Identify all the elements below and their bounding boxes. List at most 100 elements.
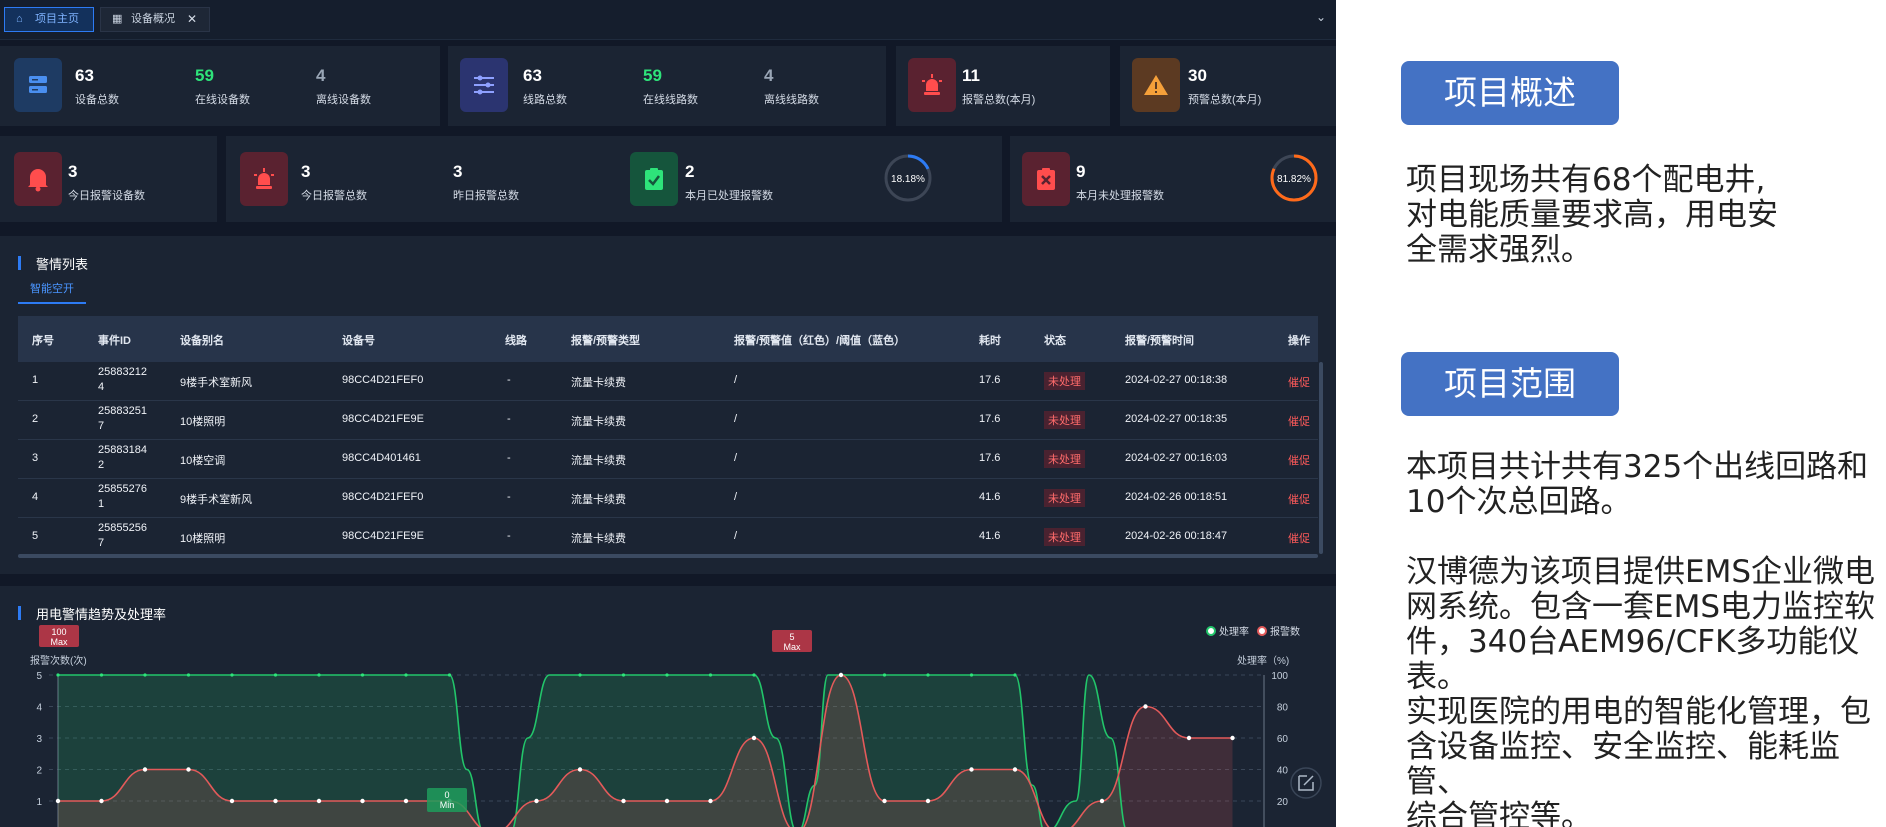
data-point (1186, 735, 1192, 741)
cell-device: 98CC4D21FE9E (342, 413, 424, 425)
svg-text:0: 0 (444, 790, 449, 800)
chevron-down-icon[interactable]: ⌄ (1316, 10, 1326, 24)
cell-device: 98CC4D21FEF0 (342, 491, 424, 503)
tab-label: 项目主页 (35, 13, 79, 25)
server-icon (14, 58, 62, 112)
max-marker-left: 100 Max (39, 625, 79, 647)
handled-rate-text: 18.18% (891, 174, 925, 185)
urge-button[interactable]: 催促 (1288, 491, 1310, 507)
data-point (186, 767, 191, 772)
data-point (1230, 735, 1235, 741)
stat-today-alarms: 3 今日报警总数 (301, 162, 367, 202)
cell-line: - (507, 491, 511, 503)
svg-text:Min: Min (440, 800, 455, 810)
urge-button[interactable]: 催促 (1288, 452, 1310, 468)
overview-heading: 项目概述 (1401, 61, 1619, 125)
data-point (751, 735, 757, 741)
close-icon[interactable]: ✕ (187, 8, 197, 31)
status-badge: 未处理 (1044, 411, 1085, 429)
alarm-month-card: 11 报警总数(本月) (896, 46, 1110, 126)
column-header: 状态 (1044, 335, 1066, 347)
status-badge: 未处理 (1044, 489, 1085, 507)
table-row[interactable]: 3 25883184 2 10楼空调 98CC4D401461 - 流量卡续费 /… (18, 440, 1318, 479)
svg-text:100: 100 (51, 627, 66, 637)
cell-device: 98CC4D21FEF0 (342, 374, 424, 386)
data-point (882, 673, 887, 677)
data-point (186, 673, 191, 677)
tab-device-overview[interactable]: ▦ 设备概况 ✕ (100, 7, 210, 32)
status-badge: 未处理 (1044, 528, 1085, 546)
bell-icon (14, 152, 62, 206)
data-point (273, 673, 278, 677)
data-point (55, 798, 61, 804)
data-point (316, 798, 322, 804)
table-row[interactable]: 4 25855276 1 9楼手术室新风 98CC4D21FEF0 - 流量卡续费… (18, 479, 1318, 518)
data-point (621, 798, 626, 804)
alarm-list-title: 警情列表 (18, 254, 88, 273)
right-tick-label: 100 (1271, 671, 1288, 682)
today-devices-card: 3 今日报警设备数 (0, 136, 217, 222)
stat-device-online: 59 在线设备数 (195, 66, 250, 106)
left-tick-label: 5 (36, 671, 42, 682)
legend-rate-label[interactable]: 处理率 (1219, 625, 1249, 638)
max-marker-right: 5 Max (772, 630, 812, 652)
table-row[interactable]: 1 25883212 4 9楼手术室新风 98CC4D21FEF0 - 流量卡续费… (18, 362, 1318, 401)
handled-alarms-card: 2 本月已处理报警数 18.18% (618, 136, 1002, 222)
sliders-icon (460, 58, 508, 112)
series-areas (58, 675, 1233, 827)
overview-text: 项目现场共有68个配电井, 对电能质量要求高，用电安 全需求强烈。 (1406, 162, 1778, 268)
column-header: 事件ID (98, 335, 131, 347)
cell-duration: 41.6 (979, 491, 1001, 503)
data-point (1143, 704, 1148, 709)
unhandled-alarms-card: 9 本月未处理报警数 81.82% (1010, 136, 1336, 222)
column-header: 报警/预警时间 (1125, 335, 1195, 347)
vertical-scrollbar[interactable] (1319, 362, 1323, 554)
grid-icon: ▦ (112, 13, 123, 25)
cell-duration: 17.6 (979, 374, 1001, 386)
cell-duration: 41.6 (979, 530, 1001, 542)
data-point (229, 798, 235, 804)
siren-icon (908, 58, 956, 112)
legend-count-marker (1257, 626, 1267, 636)
legend-rate-marker (1206, 626, 1216, 636)
column-header: 序号 (32, 335, 54, 347)
siren-icon (240, 152, 288, 206)
data-point (708, 673, 713, 677)
right-tick-label: 40 (1277, 766, 1289, 777)
left-tick-label: 3 (36, 734, 42, 745)
unhandled-rate-ring: 81.82% (1270, 154, 1318, 202)
tab-project-home[interactable]: ⌂ 项目主页 (4, 7, 94, 32)
left-tick-label: 4 (36, 703, 42, 714)
warning-month-card: 30 预警总数(本月) (1120, 46, 1336, 126)
urge-button[interactable]: 催促 (1288, 374, 1310, 390)
status-badge: 未处理 (1044, 450, 1085, 468)
right-tick-label: 60 (1277, 734, 1289, 745)
horizontal-scrollbar[interactable] (18, 554, 1318, 558)
cell-line: - (507, 374, 511, 386)
cell-datetime: 2024-02-27 00:16:03 (1125, 452, 1228, 464)
data-point (143, 673, 147, 677)
stat-alarm-month: 11 报警总数(本月) (962, 66, 1036, 106)
left-tick-label: 1 (36, 797, 42, 808)
urge-button[interactable]: 催促 (1288, 413, 1310, 429)
cell-datetime: 2024-02-27 00:18:35 (1125, 413, 1228, 425)
status-badge: 未处理 (1044, 372, 1085, 390)
column-header: 设备号 (342, 335, 375, 347)
stat-device-total: 63 设备总数 (75, 66, 119, 106)
min-marker: 0 Min (427, 788, 467, 812)
data-point (969, 767, 974, 772)
table-row[interactable]: 2 25883251 7 10楼照明 98CC4D21FE9E - 流量卡续费 /… (18, 401, 1318, 440)
stat-today-devices: 3 今日报警设备数 (68, 162, 145, 202)
table-row[interactable]: 5 25855256 7 10楼照明 98CC4D21FE9E - 流量卡续费 /… (18, 518, 1318, 557)
data-point (665, 673, 669, 677)
stat-line-offline: 4 离线线路数 (764, 66, 819, 106)
unhandled-rate-text: 81.82% (1277, 174, 1311, 185)
right-tick-label: 80 (1277, 703, 1289, 714)
cell-alias: 9楼手术室新风 (180, 377, 253, 389)
urge-button[interactable]: 催促 (1288, 530, 1310, 546)
clipboard-x-icon (1022, 152, 1070, 206)
cell-duration: 17.6 (979, 413, 1001, 425)
tab-smart-breaker[interactable]: 智能空开 (18, 280, 86, 304)
legend-count-label[interactable]: 报警数 (1270, 625, 1300, 638)
data-point (708, 798, 713, 804)
